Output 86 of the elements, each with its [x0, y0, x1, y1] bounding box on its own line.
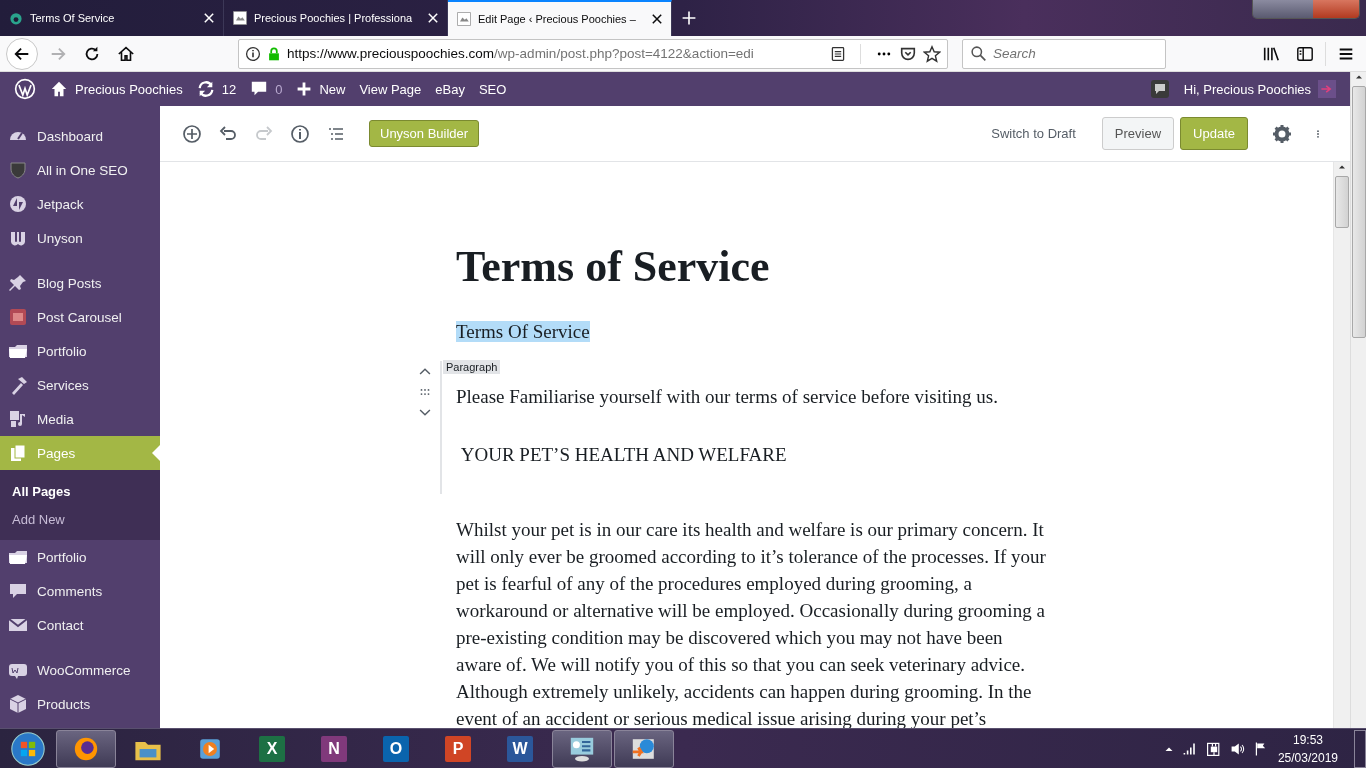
media-icon: [8, 409, 28, 429]
close-icon[interactable]: [651, 13, 663, 25]
site-favicon-icon: [232, 10, 248, 26]
reader-view-icon[interactable]: [830, 45, 846, 62]
submenu-item[interactable]: All Pages: [0, 477, 160, 505]
scrollbar-thumb[interactable]: [1335, 176, 1349, 228]
shield-icon: [8, 160, 28, 180]
pushpin-icon: [8, 273, 28, 293]
office-app-tile: O: [383, 735, 409, 762]
sidebar-item[interactable]: Unyson: [0, 221, 160, 255]
paragraph-text[interactable]: YOUR PET’S HEALTH AND WELFARE: [456, 441, 1048, 468]
paragraph-text[interactable]: Please Familiarise yourself with our terms of service before visiting us.: [456, 383, 1048, 410]
sidebar-item[interactable]: All in One SEO: [0, 153, 160, 187]
page-title[interactable]: Terms of Service: [456, 240, 1048, 294]
back-button[interactable]: [6, 37, 38, 70]
start-orb-icon[interactable]: [10, 730, 46, 767]
speech-bubble-icon: [8, 581, 28, 601]
browser-tab[interactable]: Edit Page ‹ Precious Poochies –: [448, 0, 672, 36]
home-icon[interactable]: [117, 44, 135, 63]
taskbar-button[interactable]: [56, 729, 116, 768]
padlock-icon: [267, 45, 281, 62]
taskbar-button[interactable]: [614, 729, 674, 768]
switch-to-draft-button[interactable]: Switch to Draft: [991, 126, 1076, 141]
wordpress-logo-icon[interactable]: [14, 78, 36, 100]
sync-icon: [196, 80, 215, 98]
preview-button[interactable]: Preview: [1101, 117, 1175, 150]
sidebar-item[interactable]: Services: [0, 368, 160, 402]
admin-bar-link[interactable]: SEO: [471, 72, 514, 106]
bolt-circle-icon: [8, 194, 28, 214]
account-link[interactable]: Hi, Precious Poochies: [1176, 72, 1343, 106]
sidebar-item[interactable]: Comments: [0, 574, 160, 608]
scrollbar-thumb[interactable]: [1351, 86, 1366, 338]
settings-icon[interactable]: [1272, 123, 1292, 144]
updates-link[interactable]: 12: [189, 72, 244, 106]
sidebar-item[interactable]: Dashboard: [0, 119, 160, 153]
sidebar-icon[interactable]: [1296, 44, 1314, 63]
office-app-tile: N: [321, 735, 347, 762]
admin-bar-link[interactable]: eBay: [428, 72, 472, 106]
plus-icon: [296, 81, 313, 97]
sidebar-item[interactable]: Media: [0, 402, 160, 436]
sidebar-item[interactable]: WooCommerce: [0, 653, 160, 687]
office-app-tile: P: [445, 735, 471, 762]
highlighted-text[interactable]: Terms Of Service: [456, 321, 590, 342]
taskbar-button[interactable]: [552, 729, 612, 768]
power-plug-icon[interactable]: [1205, 740, 1222, 757]
info-icon: [245, 45, 261, 62]
comments-link[interactable]: 0: [243, 72, 290, 106]
taskbar-button[interactable]: N: [304, 729, 364, 768]
box-icon: [8, 694, 28, 714]
paw-favicon-icon: [8, 10, 24, 26]
pages-icon: [8, 443, 28, 463]
taskbar-button[interactable]: X: [242, 729, 302, 768]
block-type-label: Paragraph: [443, 360, 501, 374]
page-scrollbar[interactable]: [1350, 72, 1366, 728]
new-tab-icon[interactable]: [681, 10, 697, 26]
signal-bars-icon[interactable]: [1181, 740, 1198, 757]
sidebar-item[interactable]: Contact: [0, 608, 160, 642]
scrollbar[interactable]: [1333, 162, 1350, 728]
sidebar-item[interactable]: Jetpack: [0, 187, 160, 221]
office-app-tile: X: [259, 735, 285, 762]
site-name-link[interactable]: Precious Poochies: [43, 72, 190, 106]
url-text: https://www.preciouspoochies.com/wp-admin/post.php?post=4122&action=edi: [287, 46, 755, 61]
sidebar-item[interactable]: Portfolio: [0, 334, 160, 368]
taskbar-button[interactable]: O: [366, 729, 426, 768]
sidebar-item[interactable]: Portfolio: [0, 540, 160, 574]
admin-bar-link[interactable]: View Page: [352, 72, 429, 106]
sidebar-item[interactable]: Blog Posts: [0, 266, 160, 300]
submenu-item[interactable]: Add New: [0, 505, 160, 533]
taskbar-button[interactable]: P: [428, 729, 488, 768]
new-link[interactable]: New: [289, 72, 353, 106]
show-desktop-button[interactable]: [1354, 729, 1366, 768]
info-icon[interactable]: [290, 123, 310, 144]
address-field[interactable]: https://www.preciouspoochies.com/wp-admin/post.php?post=4122&action=edi: [238, 38, 948, 69]
office-app-tile: W: [507, 735, 533, 762]
sidebar-item[interactable]: Products: [0, 687, 160, 721]
star-icon[interactable]: [923, 44, 941, 63]
clock[interactable]: 19:53 25/03/2019: [1277, 730, 1338, 767]
carousel-icon: [8, 307, 28, 327]
add-block-icon[interactable]: [182, 123, 202, 144]
taskbar-button[interactable]: W: [490, 729, 550, 768]
search-icon: [970, 45, 987, 62]
home-icon: [50, 80, 68, 98]
search-box[interactable]: Search: [962, 38, 1166, 69]
site-favicon-icon: [456, 11, 472, 27]
notification-icon[interactable]: [1149, 79, 1170, 99]
sidebar-item[interactable]: Post Carousel: [0, 300, 160, 334]
